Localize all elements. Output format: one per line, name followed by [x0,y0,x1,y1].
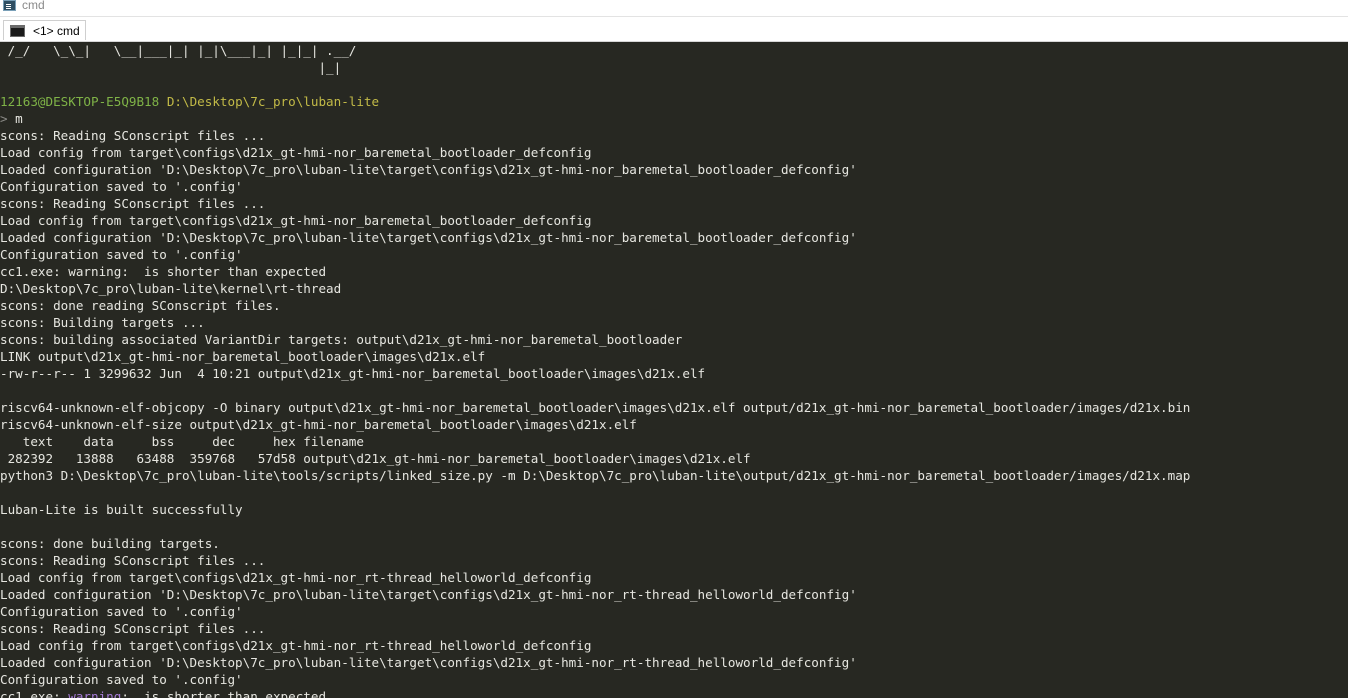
terminal-line: text data bss dec hex filename [0,433,1348,450]
terminal-text: scons: Reading SConscript files ... [0,553,266,568]
terminal-line: Load config from target\configs\d21x_gt-… [0,212,1348,229]
terminal-text: m [7,111,23,126]
terminal-window: cmd <1> cmd /_/ \_\_| \__|___|_| |_|\___… [0,0,1348,698]
terminal-line: scons: Reading SConscript files ... [0,127,1348,144]
terminal-line: Load config from target\configs\d21x_gt-… [0,144,1348,161]
terminal-line: Loaded configuration 'D:\Desktop\7c_pro\… [0,654,1348,671]
title-bar: cmd [0,0,1348,17]
terminal-line: scons: done building targets. [0,535,1348,552]
terminal-text: /_/ \_\_| \__|___|_| |_|\___|_| |_|_| ._… [0,43,357,58]
terminal-text: cc1.exe: [0,689,69,698]
warning-keyword: warning [68,689,122,698]
window-title: cmd [22,0,45,12]
terminal-line: scons: Building targets ... [0,314,1348,331]
terminal-text: Load config from target\configs\d21x_gt-… [0,213,592,228]
terminal-line: LINK output\d21x_gt-hmi-nor_baremetal_bo… [0,348,1348,365]
terminal-text: scons: done reading SConscript files. [0,298,281,313]
prompt-path: D:\Desktop\7c_pro\luban-lite [166,94,380,109]
terminal-line: > m [0,110,1348,127]
terminal-text: 282392 13888 63488 359768 57d58 output\d… [0,451,751,466]
terminal-line: 12163@DESKTOP-E5Q9B18 D:\Desktop\7c_pro\… [0,93,1348,110]
terminal-line: -rw-r--r-- 1 3299632 Jun 4 10:21 output\… [0,365,1348,382]
terminal-line: 282392 13888 63488 359768 57d58 output\d… [0,450,1348,467]
terminal-text: scons: building associated VariantDir ta… [0,332,683,347]
tab-label: <1> cmd [33,23,80,38]
terminal-line: |_| [0,59,1348,76]
terminal-text: scons: done building targets. [0,536,220,551]
terminal-text: text data bss dec hex filename [0,434,364,449]
terminal-text: Luban-Lite is built successfully [0,502,243,517]
terminal-line: D:\Desktop\7c_pro\luban-lite\kernel\rt-t… [0,280,1348,297]
terminal-line: scons: Reading SConscript files ... [0,620,1348,637]
terminal-text: Loaded configuration 'D:\Desktop\7c_pro\… [0,655,857,670]
terminal-line: scons: building associated VariantDir ta… [0,331,1348,348]
terminal-line: python3 D:\Desktop\7c_pro\luban-lite\too… [0,467,1348,484]
terminal-text: |_| [0,60,342,75]
terminal-text: Load config from target\configs\d21x_gt-… [0,638,592,653]
terminal-line: Load config from target\configs\d21x_gt-… [0,637,1348,654]
terminal-text: -rw-r--r-- 1 3299632 Jun 4 10:21 output\… [0,366,706,381]
terminal-line: Luban-Lite is built successfully [0,501,1348,518]
terminal-text: D:\Desktop\7c_pro\luban-lite\kernel\rt-t… [0,281,342,296]
terminal-line: Load config from target\configs\d21x_gt-… [0,569,1348,586]
terminal-text: LINK output\d21x_gt-hmi-nor_baremetal_bo… [0,349,486,364]
terminal-text: Configuration saved to '.config' [0,604,243,619]
terminal-line: Loaded configuration 'D:\Desktop\7c_pro\… [0,161,1348,178]
terminal-text: Configuration saved to '.config' [0,179,243,194]
tab-bar: <1> cmd [0,17,1348,42]
terminal-text: Loaded configuration 'D:\Desktop\7c_pro\… [0,587,857,602]
terminal-text: : is shorter than expected [121,689,327,698]
terminal-app-icon [3,0,16,11]
terminal-text: Configuration saved to '.config' [0,247,243,262]
terminal-text: riscv64-unknown-elf-size output\d21x_gt-… [0,417,637,432]
terminal-text: scons: Building targets ... [0,315,205,330]
terminal-output[interactable]: /_/ \_\_| \__|___|_| |_|\___|_| |_|_| ._… [0,42,1348,698]
terminal-line: Configuration saved to '.config' [0,246,1348,263]
terminal-text: Configuration saved to '.config' [0,672,243,687]
terminal-text: Loaded configuration 'D:\Desktop\7c_pro\… [0,230,857,245]
terminal-text: scons: Reading SConscript files ... [0,621,266,636]
terminal-text: Load config from target\configs\d21x_gt-… [0,570,592,585]
terminal-line: Configuration saved to '.config' [0,178,1348,195]
terminal-line: cc1.exe: warning: is shorter than expect… [0,688,1348,698]
terminal-line: scons: Reading SConscript files ... [0,195,1348,212]
terminal-text: cc1.exe: warning: is shorter than expect… [0,264,327,279]
terminal-text: Loaded configuration 'D:\Desktop\7c_pro\… [0,162,857,177]
terminal-line: riscv64-unknown-elf-objcopy -O binary ou… [0,399,1348,416]
terminal-line: Configuration saved to '.config' [0,603,1348,620]
terminal-line: Loaded configuration 'D:\Desktop\7c_pro\… [0,229,1348,246]
terminal-text: scons: Reading SConscript files ... [0,128,266,143]
terminal-line: /_/ \_\_| \__|___|_| |_|\___|_| |_|_| ._… [0,42,1348,59]
terminal-line: Configuration saved to '.config' [0,671,1348,688]
tab-cmd[interactable]: <1> cmd [3,20,86,40]
terminal-text: python3 D:\Desktop\7c_pro\luban-lite\too… [0,468,1191,483]
terminal-text: scons: Reading SConscript files ... [0,196,266,211]
console-window-icon [10,24,25,37]
terminal-line: riscv64-unknown-elf-size output\d21x_gt-… [0,416,1348,433]
terminal-line: Loaded configuration 'D:\Desktop\7c_pro\… [0,586,1348,603]
prompt-user-host: 12163@DESKTOP-E5Q9B18 [0,94,160,109]
prompt-symbol: > [0,111,8,126]
terminal-line: cc1.exe: warning: is shorter than expect… [0,263,1348,280]
terminal-text: Load config from target\configs\d21x_gt-… [0,145,592,160]
terminal-line: scons: done reading SConscript files. [0,297,1348,314]
terminal-text: riscv64-unknown-elf-objcopy -O binary ou… [0,400,1191,415]
terminal-line: scons: Reading SConscript files ... [0,552,1348,569]
